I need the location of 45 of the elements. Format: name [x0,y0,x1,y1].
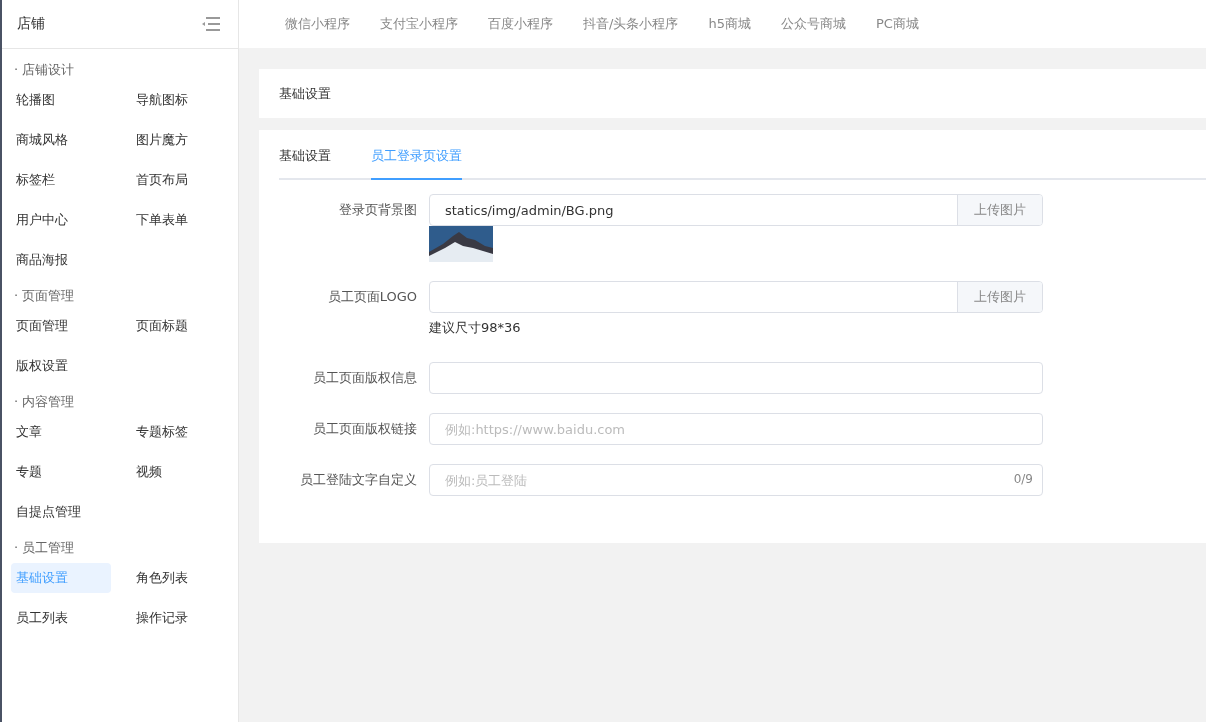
section-title: 基础设置 [279,84,331,103]
group-title: · 店铺设计 [13,61,76,79]
sidebar-item[interactable]: 视频 [131,457,231,487]
sidebar-item[interactable]: 商城风格 [11,125,111,155]
field-label: 员工页面版权链接 [312,420,417,438]
sidebar-item[interactable]: 角色列表 [131,563,231,593]
sidebar-item[interactable]: 导航图标 [131,85,231,115]
sidebar-item[interactable]: 操作记录 [131,603,231,633]
platform-tab[interactable]: PC商城 [875,15,919,33]
platform-tab[interactable]: 支付宝小程序 [380,15,458,33]
group-title: · 内容管理 [13,393,76,411]
sidebar-item[interactable]: 自提点管理 [11,497,111,527]
char-count: 0/9 [1013,472,1033,486]
sidebar-item[interactable]: 下单表单 [131,205,231,235]
size-hint: 建议尺寸98*36 [429,319,521,337]
sidebar-item[interactable]: 首页布局 [131,165,231,195]
text-field[interactable] [429,362,1043,394]
sidebar-item[interactable]: 版权设置 [11,351,111,381]
group-title: · 页面管理 [13,287,76,305]
sidebar-item[interactable]: 文章 [11,417,111,447]
sidebar-item[interactable]: 轮播图 [11,85,111,115]
field-label: 员工页面LOGO [326,288,417,306]
platform-tab[interactable]: h5商城 [708,15,751,33]
sidebar-title: 店铺 [17,15,45,33]
sidebar-item[interactable]: 员工列表 [11,603,111,633]
sidebar-item[interactable]: 页面管理 [11,311,111,341]
sidebar-item[interactable]: 页面标题 [131,311,231,341]
sidebar-item[interactable]: 用户中心 [11,205,111,235]
platform-tab[interactable]: 抖音/头条小程序 [583,15,679,33]
field-label: 员工登陆文字自定义 [299,471,417,489]
tab[interactable]: 基础设置 [279,130,331,180]
upload-field[interactable]: statics/img/admin/BG.png 上传图片 [429,194,1043,226]
sidebar-item[interactable]: 商品海报 [11,245,111,275]
platform-tab[interactable]: 百度小程序 [488,15,553,33]
text-field[interactable]: 例如:https://www.baidu.com [429,413,1043,445]
group-title: · 员工管理 [13,539,76,557]
sidebar-item[interactable]: 标签栏 [11,165,111,195]
sidebar-item[interactable]: 专题标签 [131,417,231,447]
field-label: 员工页面版权信息 [312,369,417,387]
platform-tab[interactable]: 微信小程序 [285,15,350,33]
sidebar-item[interactable]: 图片魔方 [131,125,231,155]
platform-tab[interactable]: 公众号商城 [780,15,846,33]
field-label: 登录页背景图 [338,201,417,219]
sidebar-item[interactable]: 专题 [11,457,111,487]
menu-icon[interactable] [202,17,220,31]
